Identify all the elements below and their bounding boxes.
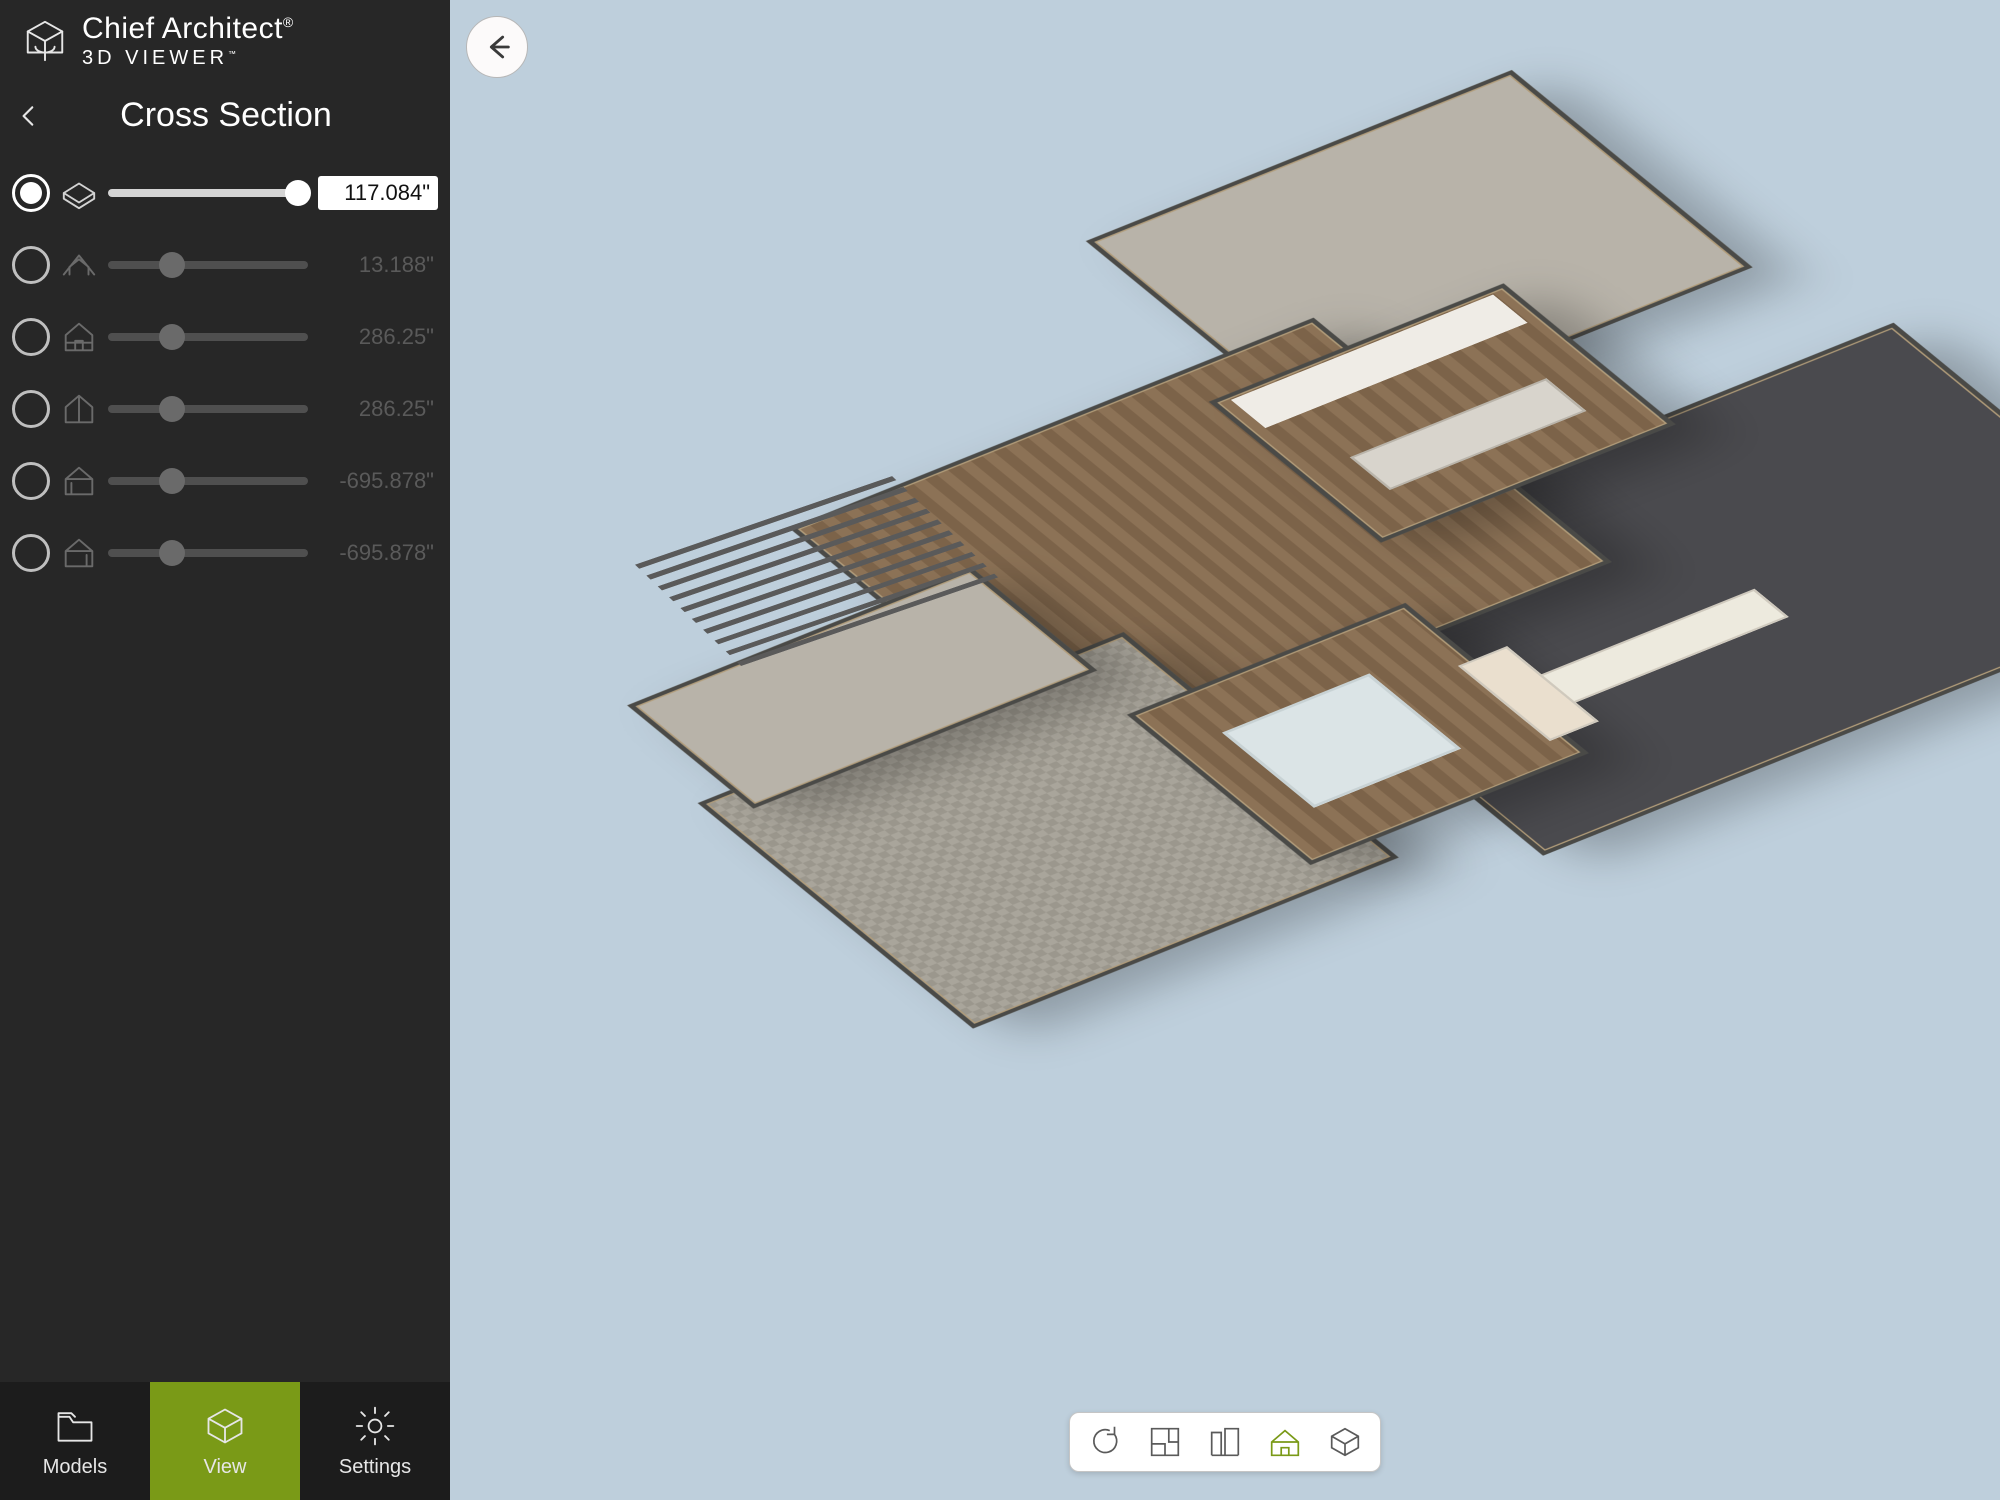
cross-section-row: -695.878" (12, 517, 438, 589)
app-logo: Chief Architect® 3D VIEWER™ (0, 0, 450, 78)
tool-floor-plan[interactable] (1144, 1421, 1186, 1463)
house-cut-right-icon (60, 534, 98, 572)
row-value[interactable]: 117.084" (318, 176, 438, 210)
cap-horizontal-icon (60, 174, 98, 212)
cube-icon (203, 1404, 247, 1448)
house-cut-left-icon (60, 462, 98, 500)
row-slider[interactable] (108, 477, 308, 485)
folder-icon (53, 1404, 97, 1448)
sidebar: Chief Architect® 3D VIEWER™ Cross Sectio… (0, 0, 450, 1500)
row-radio[interactable] (12, 534, 50, 572)
row-slider[interactable] (108, 333, 308, 341)
row-value: -695.878" (318, 468, 438, 494)
cube-outline-icon (1326, 1423, 1364, 1461)
roof-slope-icon (60, 246, 98, 284)
row-radio[interactable] (12, 462, 50, 500)
dollhouse-icon (1266, 1423, 1304, 1461)
cross-section-row: 13.188" (12, 229, 438, 301)
tool-perspective[interactable] (1324, 1421, 1366, 1463)
rotate-ccw-icon (1086, 1423, 1124, 1461)
cross-section-row: 286.25" (12, 373, 438, 445)
row-radio[interactable] (12, 390, 50, 428)
row-value: 13.188" (318, 252, 438, 278)
viewport-back-button[interactable] (466, 16, 528, 78)
nav-label: View (204, 1456, 247, 1479)
elevation-icon (1206, 1423, 1244, 1461)
cross-section-slider-list: 117.084" 13.188" 286.25" 286.25" (0, 157, 450, 589)
nav-label: Settings (339, 1456, 411, 1479)
bottom-nav: Models View Settings (0, 1382, 450, 1500)
viewport-3d[interactable] (450, 0, 2000, 1500)
nav-view-button[interactable]: View (150, 1382, 300, 1500)
nav-settings-button[interactable]: Settings (300, 1382, 450, 1500)
house-cut-front-icon (60, 318, 98, 356)
row-radio[interactable] (12, 246, 50, 284)
model-dollhouse (510, 70, 1930, 1250)
tool-elevation[interactable] (1204, 1421, 1246, 1463)
row-slider[interactable] (108, 261, 308, 269)
nav-models-button[interactable]: Models (0, 1382, 150, 1500)
panel-back-button[interactable] (14, 101, 44, 131)
logo-mark-icon (22, 18, 68, 64)
cross-section-row: 286.25" (12, 301, 438, 373)
row-slider[interactable] (108, 405, 308, 413)
cross-section-row: 117.084" (12, 157, 438, 229)
row-radio[interactable] (12, 174, 50, 212)
chevron-left-icon (16, 103, 42, 129)
plan-icon (1146, 1423, 1184, 1461)
panel-header: Cross Section (0, 78, 450, 157)
row-value: -695.878" (318, 540, 438, 566)
row-radio[interactable] (12, 318, 50, 356)
cross-section-row: -695.878" (12, 445, 438, 517)
row-value: 286.25" (318, 324, 438, 350)
gear-icon (353, 1404, 397, 1448)
row-slider[interactable] (108, 549, 308, 557)
house-cut-back-icon (60, 390, 98, 428)
tool-dollhouse[interactable] (1264, 1421, 1306, 1463)
row-slider[interactable] (108, 189, 308, 197)
tool-reset-view[interactable] (1084, 1421, 1126, 1463)
brand-subtitle: 3D VIEWER™ (82, 48, 294, 68)
arrow-left-icon (480, 30, 514, 64)
brand-name: Chief Architect® (82, 14, 294, 44)
panel-title: Cross Section (44, 96, 428, 135)
row-value: 286.25" (318, 396, 438, 422)
view-mode-toolbar (1069, 1412, 1381, 1472)
nav-label: Models (43, 1456, 107, 1479)
